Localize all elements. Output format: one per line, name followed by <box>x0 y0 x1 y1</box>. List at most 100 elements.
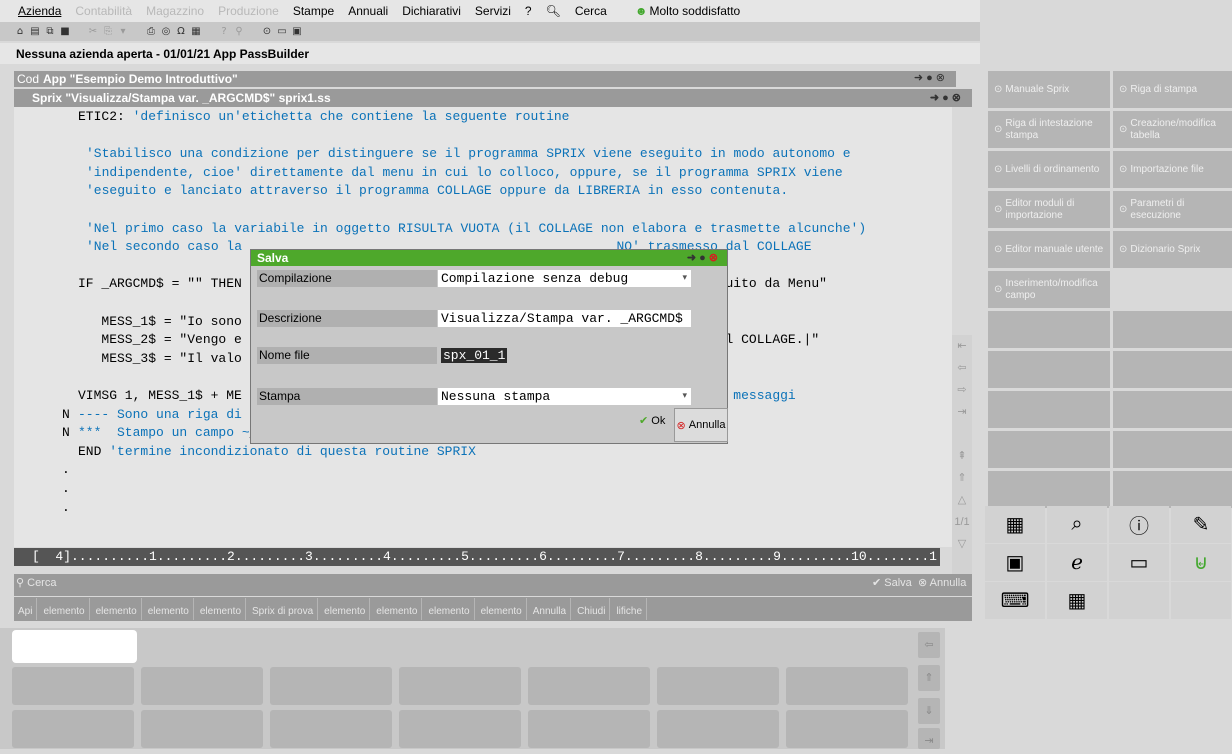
window-controls[interactable]: ➜●⊗ <box>914 71 948 84</box>
lower-up-icon[interactable]: ⇑ <box>918 665 940 691</box>
lower-last-icon[interactable]: ⇥ <box>918 728 940 749</box>
lower-button[interactable] <box>657 710 779 748</box>
panel-button-empty[interactable] <box>988 311 1110 348</box>
lower-button[interactable] <box>12 667 134 705</box>
lower-down-icon[interactable]: ⇓ <box>918 698 940 724</box>
last-page-icon[interactable]: ⇥ <box>952 401 972 423</box>
ep-icon[interactable]: ℯ <box>1047 544 1107 581</box>
lower-input[interactable] <box>12 630 137 663</box>
image-icon[interactable]: ▣ <box>291 26 303 38</box>
menu-dichiarativi[interactable]: Dichiarativi <box>402 4 461 18</box>
code-line[interactable]: END 'termine incondizionato di questa ro… <box>14 443 952 461</box>
function-key[interactable]: Api <box>14 598 38 620</box>
search-doc-icon[interactable]: ⌕ <box>1047 506 1107 543</box>
code-line[interactable] <box>14 201 952 219</box>
card-icon[interactable]: ▭ <box>1109 544 1169 581</box>
panel-button-empty[interactable] <box>988 351 1110 388</box>
function-key[interactable]: Annulla <box>529 598 572 620</box>
function-key[interactable]: elemento <box>196 598 247 620</box>
open-icon[interactable]: ▤ <box>29 26 41 38</box>
panel-button-empty[interactable] <box>1113 351 1232 388</box>
lower-prev-icon[interactable]: ⇦ <box>918 632 940 658</box>
panel-button-empty[interactable] <box>1113 391 1232 428</box>
home-icon[interactable]: ⌂ <box>14 26 26 38</box>
lower-button[interactable] <box>657 667 779 705</box>
lower-button[interactable] <box>141 667 263 705</box>
panel-button[interactable]: ⊙ Livelli di ordinamento <box>988 151 1110 188</box>
compilazione-select[interactable]: Compilazione senza debug ▾ <box>438 270 691 287</box>
next-page-icon[interactable]: ⇨ <box>952 379 972 401</box>
function-key[interactable]: elemento <box>39 598 90 620</box>
save-button[interactable]: ✔ Salva <box>872 576 912 589</box>
cut-icon[interactable]: ✂ <box>87 26 99 38</box>
menu-magazzino[interactable]: Magazzino <box>146 4 204 18</box>
panel-button[interactable]: ⊙ Editor manuale utente <box>988 231 1110 268</box>
menu-satisfaction[interactable]: Molto soddisfatto <box>635 4 741 18</box>
print-icon[interactable]: ⎙ <box>145 26 157 38</box>
function-key[interactable]: lifiche <box>612 598 648 620</box>
ok-button[interactable]: ✔ Ok <box>639 414 665 427</box>
chat-icon[interactable]: ▭ <box>276 26 288 38</box>
omega-icon[interactable]: Ω <box>175 26 187 38</box>
stampa-select[interactable]: Nessuna stampa ▾ <box>438 388 691 405</box>
function-key[interactable]: elemento <box>144 598 194 620</box>
menu-azienda[interactable]: Azienda <box>18 4 61 18</box>
help-icon[interactable]: ? <box>218 26 230 38</box>
code-line[interactable]: . <box>14 480 952 498</box>
lower-button[interactable] <box>12 710 134 748</box>
dialog-cancel-button[interactable]: ⊗ Annulla <box>674 408 728 442</box>
menu-annuali[interactable]: Annuali <box>348 4 388 18</box>
prev-page-icon[interactable]: ⇦ <box>952 357 972 379</box>
panel-button[interactable]: ⊙ Inserimento/modifica campo <box>988 271 1110 308</box>
code-line[interactable]: 'indipendente, cioe' direttamente dal me… <box>14 164 952 182</box>
panel-button[interactable]: ⊙ Parametri di esecuzione <box>1113 191 1232 228</box>
up-icon[interactable]: ⇑ <box>952 467 972 489</box>
function-key[interactable]: elemento <box>477 598 527 620</box>
panel-button[interactable]: ⊙ Riga di intestazione stampa <box>988 111 1110 148</box>
lower-button[interactable] <box>528 710 650 748</box>
panel-button[interactable]: ⊙ Creazione/modifica tabella <box>1113 111 1232 148</box>
function-key[interactable]: Sprix di prova <box>248 598 319 620</box>
editor-window-controls[interactable]: ➜●⊗ <box>930 91 964 104</box>
lower-button[interactable] <box>399 667 521 705</box>
preview-icon[interactable]: ◎ <box>160 26 172 38</box>
menu-cerca[interactable]: 🔍︎ Cerca <box>546 4 621 18</box>
function-key[interactable]: Chiudi <box>573 598 611 620</box>
search-button[interactable]: ⚲ Cerca <box>16 576 56 589</box>
menu-help[interactable]: ? <box>525 4 532 18</box>
copy-icon[interactable]: ⎘ <box>102 26 114 38</box>
function-key[interactable]: elemento <box>320 598 371 620</box>
panel-button[interactable]: ⊙ Dizionario Sprix <box>1113 231 1232 268</box>
dialog-controls[interactable]: ➜●⊗ <box>687 250 721 266</box>
cancel-button[interactable]: ⊗ Annulla <box>918 576 966 589</box>
panel-button[interactable]: ⊙ Manuale Sprix <box>988 71 1110 108</box>
lower-button[interactable] <box>786 667 908 705</box>
code-line[interactable]: 'eseguito e lanciato attraverso il progr… <box>14 182 952 200</box>
disk-icon[interactable]: ■ <box>59 26 71 38</box>
nome-file-field[interactable]: spx_01_1 <box>438 347 691 364</box>
panel-button-empty[interactable] <box>988 431 1110 468</box>
window-icon[interactable]: ⧉ <box>44 26 56 38</box>
function-key[interactable]: elemento <box>372 598 423 620</box>
menu-servizi[interactable]: Servizi <box>475 4 511 18</box>
basket-icon[interactable]: ⊌ <box>1171 544 1231 581</box>
info-icon[interactable]: ⓘ <box>1109 506 1169 543</box>
panel-button-empty[interactable] <box>988 391 1110 428</box>
pen-icon[interactable]: ✎ <box>1171 506 1231 543</box>
editor-side-scroll[interactable]: ⇤ ⇦ ⇨ ⇥ ⇞ ⇑ △ 1/1 ▽ <box>952 335 972 575</box>
code-line[interactable]: . <box>14 461 952 479</box>
chart-icon[interactable]: ▦ <box>985 506 1045 543</box>
paste-icon[interactable]: ▾ <box>117 26 129 38</box>
descrizione-field[interactable]: Visualizza/Stampa var. _ARGCMD$ <box>438 310 691 327</box>
panel-button-empty[interactable] <box>988 471 1110 508</box>
panel-button[interactable]: ⊙ Editor moduli di importazione <box>988 191 1110 228</box>
menu-stampe[interactable]: Stampe <box>293 4 334 18</box>
first-page-icon[interactable]: ⇤ <box>952 335 972 357</box>
function-key[interactable]: elemento <box>424 598 475 620</box>
panel-button-empty[interactable] <box>1113 311 1232 348</box>
lower-button[interactable] <box>141 710 263 748</box>
code-line[interactable] <box>14 127 952 145</box>
lower-button[interactable] <box>528 667 650 705</box>
function-key[interactable]: elemento <box>92 598 142 620</box>
lower-button[interactable] <box>270 667 392 705</box>
